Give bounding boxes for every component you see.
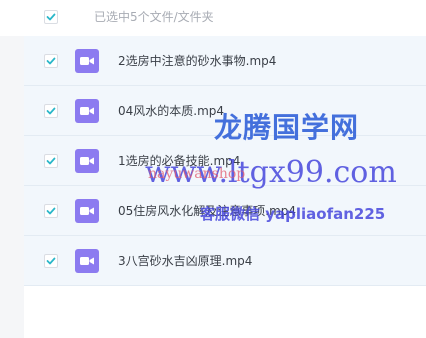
file-list: 2选房中注意的砂水事物.mp4 04风水的本质.mp4 1选房的必备技能.mp4… [24, 36, 426, 286]
video-icon [75, 49, 99, 73]
file-name[interactable]: 04风水的本质.mp4 [118, 103, 224, 119]
checkmark-icon [46, 257, 56, 265]
file-row[interactable]: 04风水的本质.mp4 [24, 86, 426, 136]
file-name[interactable]: 3八宫砂水吉凶原理.mp4 [118, 253, 252, 269]
video-icon [75, 99, 99, 123]
select-all-checkbox[interactable] [44, 10, 58, 24]
checkmark-icon [46, 157, 56, 165]
checkmark-icon [46, 207, 56, 215]
checkmark-icon [46, 107, 56, 115]
video-icon [75, 149, 99, 173]
selection-header: 已选中5个文件/文件夹 [0, 0, 426, 36]
file-name[interactable]: 2选房中注意的砂水事物.mp4 [118, 53, 276, 69]
file-checkbox[interactable] [44, 104, 58, 118]
left-gutter [0, 0, 24, 338]
file-checkbox[interactable] [44, 254, 58, 268]
file-name[interactable]: 05住房风水化解及注意事项.mp4 [118, 203, 296, 219]
video-icon [75, 199, 99, 223]
file-checkbox[interactable] [44, 204, 58, 218]
checkmark-icon [46, 57, 56, 65]
file-name[interactable]: 1选房的必备技能.mp4 [118, 153, 240, 169]
selection-count-label: 已选中5个文件/文件夹 [94, 10, 214, 24]
file-row[interactable]: 2选房中注意的砂水事物.mp4 [24, 36, 426, 86]
file-checkbox[interactable] [44, 154, 58, 168]
file-row[interactable]: 1选房的必备技能.mp4 [24, 136, 426, 186]
file-list-window: 已选中5个文件/文件夹 2选房中注意的砂水事物.mp4 04风水的本质.mp4 … [0, 0, 426, 338]
checkmark-icon [46, 13, 56, 21]
file-row[interactable]: 05住房风水化解及注意事项.mp4 [24, 186, 426, 236]
file-checkbox[interactable] [44, 54, 58, 68]
video-icon [75, 249, 99, 273]
file-row[interactable]: 3八宫砂水吉凶原理.mp4 [24, 236, 426, 286]
